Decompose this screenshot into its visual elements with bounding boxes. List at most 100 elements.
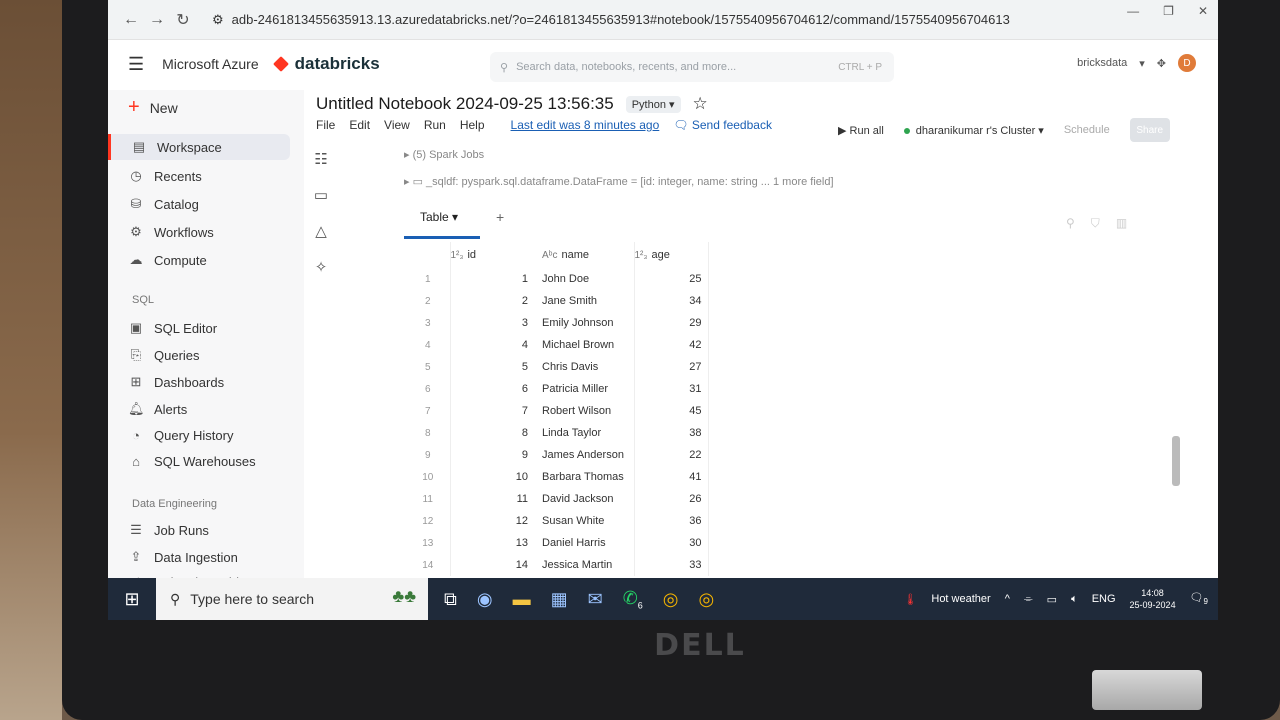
tab-table[interactable]: Table ▾ (404, 207, 480, 239)
table-row[interactable]: 5 5 Chris Davis 27 (406, 356, 709, 378)
queries-icon: ⎘ (130, 347, 142, 362)
reload-icon[interactable]: ↻ (170, 10, 196, 30)
chevron-up-icon[interactable]: ^ (1005, 593, 1010, 605)
forward-icon[interactable]: → (144, 11, 170, 29)
language-indicator[interactable]: ENG (1092, 593, 1116, 605)
whatsapp-icon[interactable]: ✆6 (623, 588, 643, 611)
menu-edit[interactable]: Edit (349, 118, 370, 132)
sidebar-item-workflows[interactable]: ⚙ Workflows (128, 224, 214, 240)
notifications-icon[interactable]: 🗨︎9 (1190, 591, 1208, 606)
language-selector[interactable]: Python ▾ (625, 95, 681, 113)
cell-name: Jane Smith (542, 295, 598, 307)
chrome-active-icon[interactable]: ◎ (699, 589, 715, 610)
column-header-age[interactable]: 1²₃ age (633, 242, 709, 268)
maximize-icon[interactable]: ❐ (1163, 4, 1174, 18)
sidebar-item-workspace[interactable]: ▤ Workspace (108, 134, 290, 160)
table-row[interactable]: 8 8 Linda Taylor 38 (406, 422, 709, 444)
spark-jobs-toggle[interactable]: ▸ (5) Spark Jobs (404, 148, 834, 161)
sidebar-item-job-runs[interactable]: ☰ Job Runs (128, 522, 209, 538)
table-row[interactable]: 12 12 Susan White 36 (406, 510, 709, 532)
close-icon[interactable]: ✕ (1198, 4, 1208, 18)
address-bar[interactable]: ⚙ adb-2461813455635913.13.azuredatabrick… (212, 12, 1010, 28)
spark-jobs-label: (5) Spark Jobs (412, 149, 485, 161)
table-row[interactable]: 9 9 James Anderson 22 (406, 444, 709, 466)
table-row[interactable]: 1 1 John Doe 25 (406, 268, 709, 290)
schedule-button[interactable]: Schedule (1064, 124, 1110, 136)
filter-icon[interactable]: ⛉ (1091, 216, 1100, 231)
table-row[interactable]: 2 2 Jane Smith 34 (406, 290, 709, 312)
file-explorer-icon[interactable]: ▬ (513, 589, 531, 610)
taskbar-search[interactable]: ⚲ Type here to search ♣♣ (156, 578, 428, 620)
sidebar-item-label: Job Runs (154, 522, 209, 538)
cluster-label: dharanikumar r's Cluster (915, 124, 1036, 137)
sidebar-item-recents[interactable]: ◷ Recents (128, 168, 201, 184)
table-row[interactable]: 7 7 Robert Wilson 45 (406, 400, 709, 422)
table-row[interactable]: 14 14 Jessica Martin 33 (406, 554, 709, 576)
menu-run[interactable]: Run (424, 118, 446, 132)
menu-view[interactable]: View (384, 118, 410, 132)
cluster-selector[interactable]: dharanikumar r's Cluster ▾ (903, 124, 1044, 137)
chrome-icon[interactable]: ◎ (663, 589, 679, 610)
menu-help[interactable]: Help (460, 118, 485, 132)
folder-icon[interactable]: ▭ (314, 186, 328, 204)
sidebar-item-sql-editor[interactable]: ▣ SQL Editor (128, 320, 217, 336)
sidebar-item-alerts[interactable]: 🔔︎ Alerts (128, 401, 187, 417)
mail-icon[interactable]: ✉ (588, 589, 603, 610)
sidebar-item-dashboards[interactable]: ⊞ Dashboards (128, 374, 225, 390)
minimize-icon[interactable]: — (1127, 4, 1139, 18)
task-view-icon[interactable]: ⧉ (444, 589, 457, 610)
global-search[interactable]: ⚲ Search data, notebooks, recents, and m… (490, 52, 894, 82)
search-icon[interactable]: ⚲ (1066, 216, 1075, 231)
workspace-switcher[interactable]: bricksdata (1077, 57, 1127, 69)
share-button[interactable]: Share (1129, 118, 1170, 142)
notebook-title[interactable]: Untitled Notebook 2024-09-25 13:56:35 (316, 94, 614, 114)
sidebar-item-sql-warehouses[interactable]: ⌂ SQL Warehouses (128, 454, 256, 469)
menu-file[interactable]: File (316, 118, 335, 132)
cell-age: 33 (633, 554, 709, 576)
avatar[interactable]: D (1178, 54, 1196, 72)
cell-id: 9 (449, 444, 534, 466)
databricks-logo[interactable]: databricks (272, 54, 380, 74)
assistant-icon[interactable]: ✧ (315, 258, 328, 276)
sidebar-item-catalog[interactable]: ⛁ Catalog (128, 196, 199, 212)
table-row[interactable]: 6 6 Patricia Miller 31 (406, 378, 709, 400)
last-edit-link[interactable]: Last edit was 8 minutes ago (511, 118, 660, 132)
table-row[interactable]: 4 4 Michael Brown 42 (406, 334, 709, 356)
table-of-contents-icon[interactable]: ☷ (314, 150, 327, 168)
weather-label[interactable]: Hot weather (931, 593, 990, 605)
columns-icon[interactable]: ▥ (1116, 216, 1127, 231)
table-row[interactable]: 11 11 David Jackson 26 (406, 488, 709, 510)
table-row[interactable]: 10 10 Barbara Thomas 41 (406, 466, 709, 488)
clock-icon: ◷ (130, 168, 142, 183)
new-button[interactable]: + New (128, 96, 178, 119)
table-row[interactable]: 3 3 Emily Johnson 29 (406, 312, 709, 334)
run-all-button[interactable]: ▶ Run all (838, 124, 884, 137)
sidebar-item-compute[interactable]: ☁ Compute (128, 252, 207, 268)
feedback-link[interactable]: 🗨︎ Send feedback (673, 118, 772, 132)
shapes-icon[interactable]: △ (315, 222, 327, 240)
add-visualization-icon[interactable]: + (496, 209, 504, 225)
back-icon[interactable]: ← (118, 11, 144, 29)
table-row[interactable]: 13 13 Daniel Harris 30 (406, 532, 709, 554)
sidebar-item-data-ingestion[interactable]: ⇪ Data Ingestion (128, 549, 238, 565)
windows-start-icon[interactable]: ⊞ (108, 589, 156, 610)
clock[interactable]: 14:08 25-09-2024 (1130, 587, 1176, 611)
brand-name: databricks (294, 54, 380, 73)
dataframe-info[interactable]: ▸ ▭ _sqldf: pyspark.sql.dataframe.DataFr… (404, 175, 834, 188)
star-icon[interactable]: ☆ (693, 94, 708, 114)
edge-icon[interactable]: ◉ (477, 589, 493, 610)
bell-icon: 🔔︎ (128, 401, 145, 416)
battery-icon[interactable]: ▭ (1047, 593, 1057, 606)
store-icon[interactable]: ▦ (551, 589, 568, 610)
site-settings-icon[interactable]: ⚙ (212, 12, 224, 28)
apps-icon[interactable]: ✥ (1157, 57, 1166, 70)
column-header-id[interactable]: 1²₃ id (449, 242, 534, 268)
network-icon[interactable]: ⌯ (1024, 593, 1033, 606)
sidebar-item-query-history[interactable]: ◔ Query History (128, 428, 233, 443)
row-number: 1 (424, 273, 431, 285)
volume-icon[interactable]: 🔈︎ (1071, 593, 1078, 606)
menu-icon[interactable]: ☰ (128, 54, 144, 75)
scrollbar[interactable] (1172, 436, 1180, 486)
sidebar-item-queries[interactable]: ⎘ Queries (128, 347, 200, 363)
column-header-name[interactable]: Aᵇc name (534, 242, 634, 268)
